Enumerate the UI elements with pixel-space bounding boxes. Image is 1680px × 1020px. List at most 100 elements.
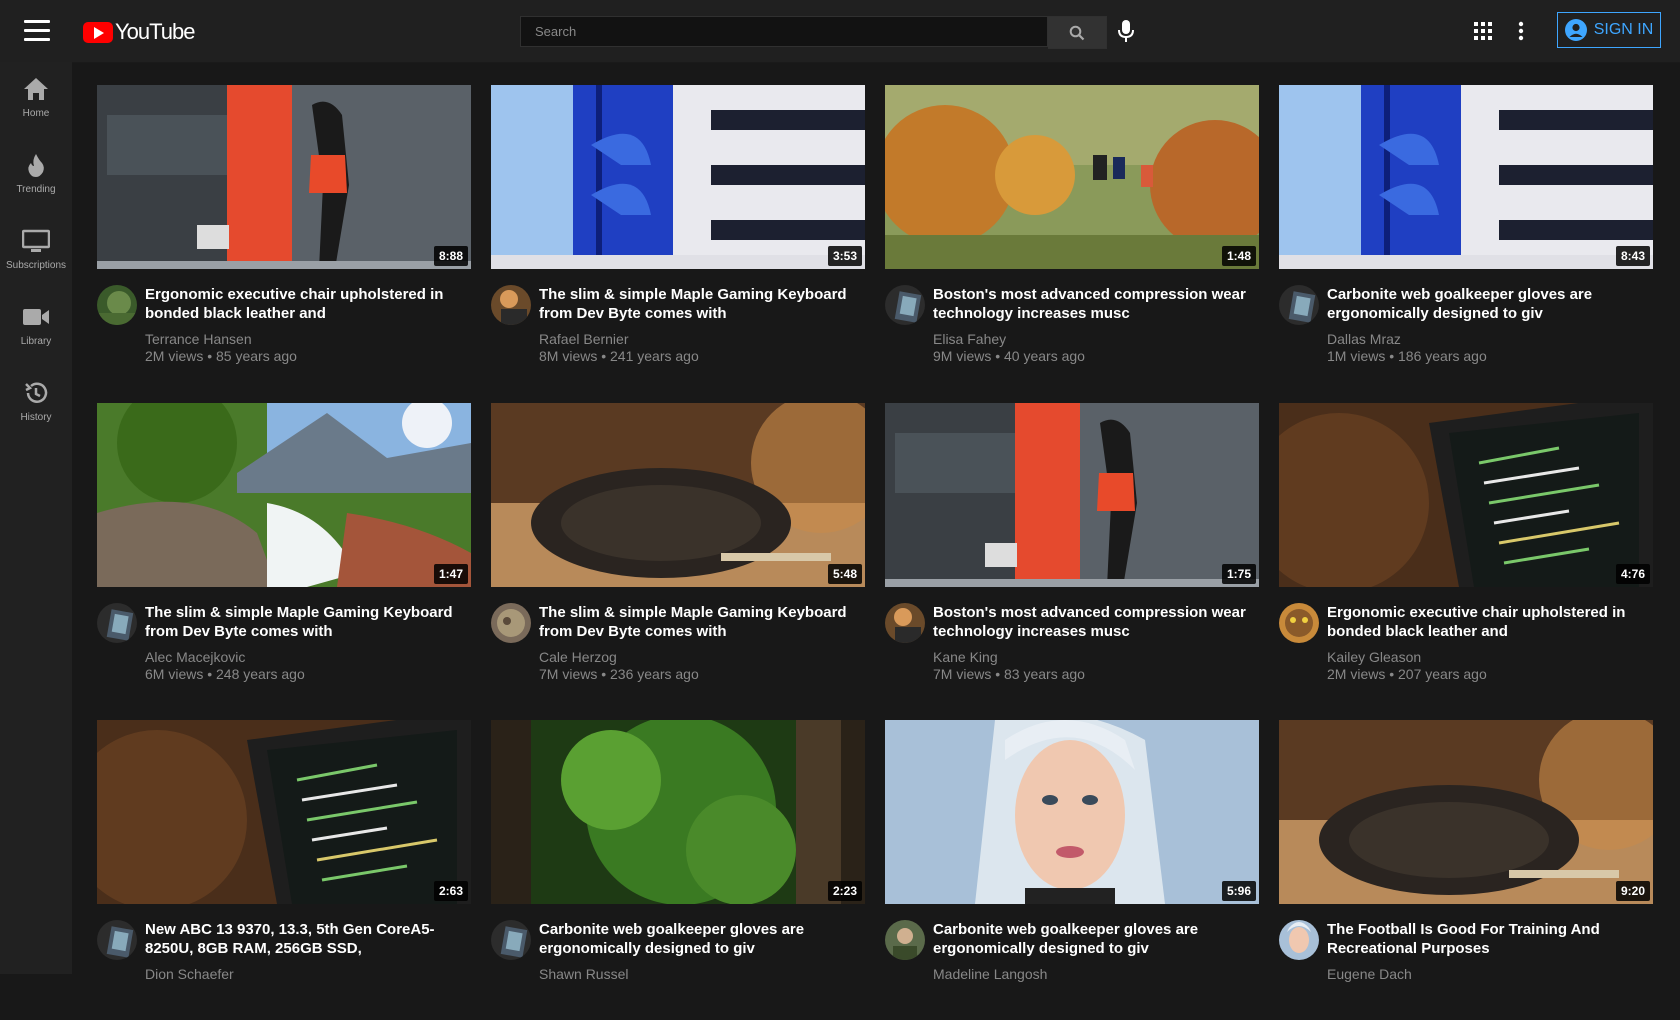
video-title[interactable]: Ergonomic executive chair upholstered in… (145, 285, 465, 323)
channel-avatar[interactable] (885, 285, 925, 325)
video-duration: 2:23 (827, 881, 862, 901)
video-duration: 8:88 (433, 246, 468, 266)
channel-avatar[interactable] (885, 920, 925, 960)
video-duration: 3:53 (827, 246, 862, 266)
video-title[interactable]: Boston's most advanced compression wear … (933, 603, 1253, 641)
channel-name[interactable]: Kane King (933, 649, 998, 665)
channel-name[interactable]: Shawn Russel (539, 966, 629, 982)
video-thumbnail[interactable]: 5:48 (491, 403, 865, 587)
channel-name[interactable]: Dion Schaefer (145, 966, 234, 982)
sidebar-item-library[interactable]: Library (0, 302, 72, 366)
channel-name[interactable]: Kailey Gleason (1327, 649, 1421, 665)
video-thumbnail[interactable]: 5:96 (885, 720, 1259, 904)
video-meta: 7M views • 83 years ago (933, 666, 1085, 682)
channel-name[interactable]: Terrance Hansen (145, 331, 252, 347)
sidebar-item-trending[interactable]: Trending (0, 150, 72, 214)
channel-name[interactable]: Dallas Mraz (1327, 331, 1401, 347)
video-card[interactable]: 1:47 The slim & simple Maple Gaming Keyb… (97, 403, 471, 703)
video-card[interactable]: 9:20 The Football Is Good For Training A… (1279, 720, 1653, 1020)
sidebar: Home Trending Subscriptions Library Hist… (0, 62, 72, 974)
video-card[interactable]: 1:75 Boston's most advanced compression … (885, 403, 1259, 703)
sidebar-item-home[interactable]: Home (0, 74, 72, 138)
apps-grid-icon[interactable] (1474, 22, 1492, 40)
video-title[interactable]: New ABC 13 9370, 13.3, 5th Gen CoreA5-82… (145, 920, 465, 958)
video-meta: 2M views • 207 years ago (1327, 666, 1487, 682)
channel-avatar[interactable] (97, 920, 137, 960)
video-card[interactable]: 5:48 The slim & simple Maple Gaming Keyb… (491, 403, 865, 703)
sidebar-item-subscriptions[interactable]: Subscriptions (0, 226, 72, 290)
video-card[interactable]: 1:48 Boston's most advanced compression … (885, 85, 1259, 385)
video-title[interactable]: Carbonite web goalkeeper gloves are ergo… (539, 920, 859, 958)
channel-avatar[interactable] (885, 603, 925, 643)
video-card[interactable]: 3:53 The slim & simple Maple Gaming Keyb… (491, 85, 865, 385)
video-thumbnail[interactable]: 9:20 (1279, 720, 1653, 904)
channel-avatar[interactable] (1279, 603, 1319, 643)
video-title[interactable]: The slim & simple Maple Gaming Keyboard … (539, 285, 859, 323)
video-card[interactable]: 2:63 New ABC 13 9370, 13.3, 5th Gen Core… (97, 720, 471, 1020)
video-thumbnail[interactable]: 1:47 (97, 403, 471, 587)
video-title[interactable]: Carbonite web goalkeeper gloves are ergo… (933, 920, 1253, 958)
video-title[interactable]: Boston's most advanced compression wear … (933, 285, 1253, 323)
subscriptions-icon (21, 226, 51, 256)
channel-avatar[interactable] (1279, 285, 1319, 325)
video-duration: 5:96 (1221, 881, 1256, 901)
channel-avatar[interactable] (491, 920, 531, 960)
video-duration: 2:63 (433, 881, 468, 901)
sidebar-item-history[interactable]: History (0, 378, 72, 442)
video-title[interactable]: The slim & simple Maple Gaming Keyboard … (145, 603, 465, 641)
channel-name[interactable]: Alec Macejkovic (145, 649, 245, 665)
video-meta: 1M views • 186 years ago (1327, 348, 1487, 364)
channel-avatar[interactable] (97, 603, 137, 643)
video-thumbnail[interactable]: 4:76 (1279, 403, 1653, 587)
video-thumbnail[interactable]: 8:43 (1279, 85, 1653, 269)
channel-name[interactable]: Rafael Bernier (539, 331, 629, 347)
video-card[interactable]: 8:43 Carbonite web goalkeeper gloves are… (1279, 85, 1653, 385)
video-card[interactable]: 5:96 Carbonite web goalkeeper gloves are… (885, 720, 1259, 1020)
channel-avatar[interactable] (491, 603, 531, 643)
flame-icon (21, 150, 51, 180)
video-title[interactable]: Ergonomic executive chair upholstered in… (1327, 603, 1647, 641)
video-title[interactable]: The Football Is Good For Training And Re… (1327, 920, 1647, 958)
video-title[interactable]: The slim & simple Maple Gaming Keyboard … (539, 603, 859, 641)
video-meta: 6M views • 248 years ago (145, 666, 305, 682)
sidebar-item-label: Library (20, 336, 52, 347)
channel-name[interactable]: Eugene Dach (1327, 966, 1412, 982)
logo-text: YouTube (115, 19, 195, 44)
video-card[interactable]: 2:23 Carbonite web goalkeeper gloves are… (491, 720, 865, 1020)
video-meta: 7M views • 236 years ago (539, 666, 699, 682)
search-input[interactable] (520, 16, 1048, 47)
microphone-icon[interactable] (1114, 18, 1138, 44)
sidebar-item-label: Home (22, 108, 50, 119)
channel-avatar[interactable] (97, 285, 137, 325)
sign-in-button[interactable]: SIGN IN (1557, 12, 1661, 48)
video-card[interactable]: 8:88 Ergonomic executive chair upholster… (97, 85, 471, 385)
video-duration: 5:48 (827, 564, 862, 584)
channel-name[interactable]: Madeline Langosh (933, 966, 1047, 982)
video-thumbnail[interactable]: 1:48 (885, 85, 1259, 269)
video-title[interactable]: Carbonite web goalkeeper gloves are ergo… (1327, 285, 1647, 323)
more-options-icon[interactable] (1515, 20, 1527, 42)
video-meta: 8M views • 241 years ago (539, 348, 699, 364)
video-duration: 1:47 (433, 564, 468, 584)
video-thumbnail[interactable]: 3:53 (491, 85, 865, 269)
channel-avatar[interactable] (491, 285, 531, 325)
video-duration: 8:43 (1615, 246, 1650, 266)
video-thumbnail[interactable]: 2:23 (491, 720, 865, 904)
video-duration: 1:75 (1221, 564, 1256, 584)
channel-name[interactable]: Elisa Fahey (933, 331, 1006, 347)
video-thumbnail[interactable]: 1:75 (885, 403, 1259, 587)
channel-avatar[interactable] (1279, 920, 1319, 960)
top-bar: YouTube SIGN IN (0, 0, 1680, 63)
search-button[interactable] (1048, 16, 1107, 49)
video-thumbnail[interactable]: 8:88 (97, 85, 471, 269)
video-duration: 4:76 (1615, 564, 1650, 584)
channel-name[interactable]: Cale Herzog (539, 649, 617, 665)
history-icon (21, 378, 51, 408)
video-card[interactable]: 4:76 Ergonomic executive chair upholster… (1279, 403, 1653, 703)
menu-icon[interactable] (24, 20, 50, 42)
video-thumbnail[interactable]: 2:63 (97, 720, 471, 904)
video-duration: 1:48 (1221, 246, 1256, 266)
youtube-logo[interactable]: YouTube (83, 19, 195, 44)
sidebar-item-label: Trending (16, 184, 56, 195)
search-icon (1069, 25, 1085, 40)
